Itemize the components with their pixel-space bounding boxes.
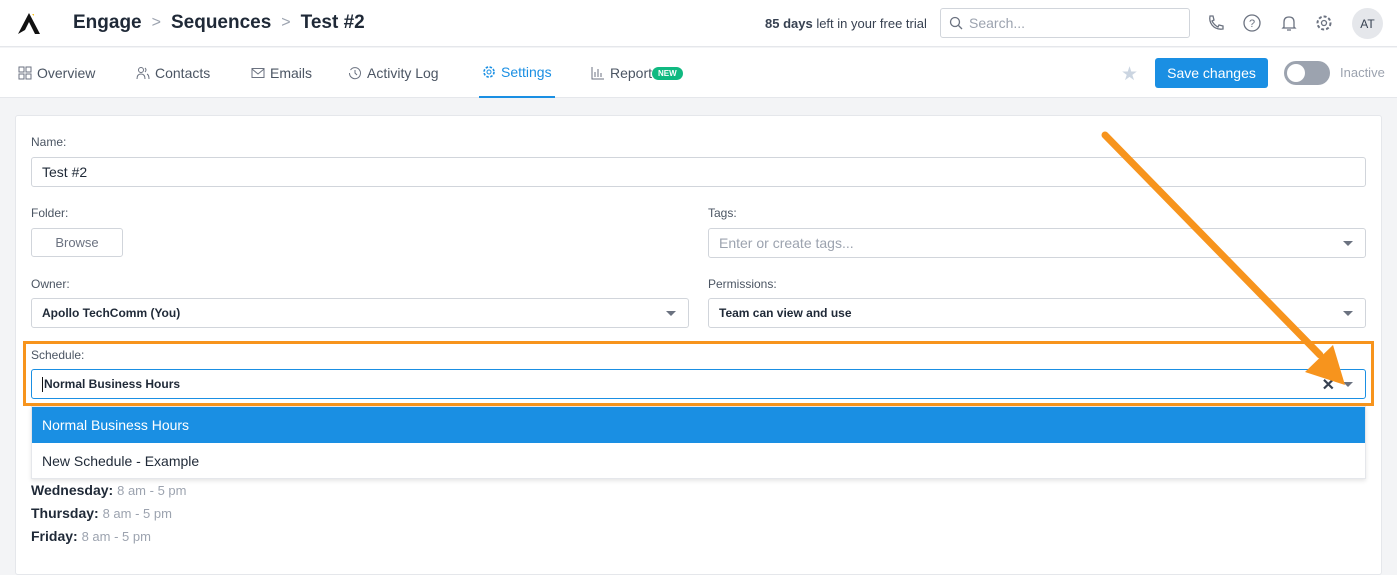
schedule-dropdown: Normal Business Hours New Schedule - Exa… bbox=[31, 406, 1366, 479]
breadcrumb-engage[interactable]: Engage bbox=[73, 12, 142, 34]
hours: 8 am - 5 pm bbox=[102, 506, 172, 521]
schedule-label: Schedule: bbox=[31, 348, 85, 362]
breadcrumb-sequences[interactable]: Sequences bbox=[171, 12, 271, 34]
owner-value: Apollo TechComm (You) bbox=[42, 306, 181, 320]
hours: 8 am - 5 pm bbox=[117, 483, 187, 498]
save-changes-button[interactable]: Save changes bbox=[1155, 58, 1268, 88]
permissions-value: Team can view and use bbox=[719, 306, 852, 320]
browse-button[interactable]: Browse bbox=[31, 228, 123, 257]
owner-select[interactable]: Apollo TechComm (You) bbox=[31, 298, 689, 328]
users-icon bbox=[136, 67, 150, 80]
tab-label: Overview bbox=[37, 65, 96, 81]
gear-icon[interactable] bbox=[1314, 13, 1334, 33]
tags-input[interactable]: Enter or create tags... bbox=[708, 228, 1366, 258]
tab-contacts[interactable]: Contacts bbox=[136, 48, 210, 98]
tab-label: Activity Log bbox=[367, 65, 439, 81]
caret-down-icon[interactable] bbox=[1343, 241, 1353, 246]
tab-activity-log[interactable]: Activity Log bbox=[348, 48, 439, 98]
name-input[interactable]: Test #2 bbox=[31, 157, 1366, 187]
trial-days: 85 days bbox=[765, 16, 813, 31]
day-hours: Wednesday: 8 am - 5 pm bbox=[31, 482, 187, 498]
trial-notice: 85 days left in your free trial bbox=[765, 16, 927, 31]
grid-icon bbox=[18, 66, 32, 80]
tab-label: Emails bbox=[270, 65, 313, 81]
hours: 8 am - 5 pm bbox=[81, 529, 151, 544]
top-bar: Engage > Sequences > Test #2 85 days left … bbox=[0, 0, 1397, 47]
gear-icon bbox=[483, 66, 495, 78]
caret-down-icon[interactable] bbox=[1343, 311, 1353, 316]
name-label: Name: bbox=[31, 135, 67, 149]
breadcrumb: Engage > Sequences > Test #2 bbox=[73, 12, 365, 34]
phone-icon[interactable] bbox=[1206, 13, 1226, 33]
tab-label: Report bbox=[610, 65, 653, 81]
permissions-select[interactable]: Team can view and use bbox=[708, 298, 1366, 328]
avatar[interactable]: AT bbox=[1352, 8, 1383, 39]
star-icon[interactable]: ★ bbox=[1121, 63, 1138, 86]
tab-label: Settings bbox=[501, 64, 552, 80]
breadcrumb-current: Test #2 bbox=[300, 12, 365, 33]
permissions-label: Permissions: bbox=[708, 277, 777, 291]
new-badge: NEW bbox=[652, 66, 683, 80]
search-box[interactable] bbox=[940, 8, 1190, 38]
tab-settings[interactable]: Settings bbox=[479, 48, 555, 98]
chevron-right-icon: > bbox=[281, 14, 291, 31]
search-icon bbox=[949, 16, 963, 30]
tab-overview[interactable]: Overview bbox=[18, 48, 95, 98]
tags-placeholder: Enter or create tags... bbox=[719, 235, 854, 251]
caret-down-icon[interactable] bbox=[666, 311, 676, 316]
day-name: Wednesday bbox=[31, 482, 109, 498]
name-value: Test #2 bbox=[42, 164, 88, 180]
trial-text: left in your free trial bbox=[812, 16, 927, 31]
owner-label: Owner: bbox=[31, 277, 70, 291]
status-label: Inactive bbox=[1340, 65, 1385, 80]
history-icon bbox=[348, 67, 361, 80]
option-new-schedule-example[interactable]: New Schedule - Example bbox=[32, 443, 1365, 479]
schedule-select[interactable]: Normal Business Hours ✕ bbox=[31, 369, 1366, 399]
schedule-value: Normal Business Hours bbox=[44, 377, 181, 391]
day-name: Thursday bbox=[31, 505, 95, 521]
day-name: Friday bbox=[31, 528, 74, 544]
tab-emails[interactable]: Emails bbox=[251, 48, 312, 98]
bar-chart-icon bbox=[591, 67, 604, 80]
search-input[interactable] bbox=[969, 15, 1169, 31]
active-toggle[interactable] bbox=[1284, 61, 1330, 85]
tags-label: Tags: bbox=[708, 206, 737, 220]
folder-label: Folder: bbox=[31, 206, 69, 220]
svg-text:?: ? bbox=[1249, 18, 1255, 30]
caret-down-icon[interactable] bbox=[1343, 382, 1353, 387]
help-icon[interactable]: ? bbox=[1242, 13, 1262, 33]
day-hours: Thursday: 8 am - 5 pm bbox=[31, 505, 172, 521]
apollo-logo[interactable] bbox=[16, 11, 42, 35]
option-normal-business-hours[interactable]: Normal Business Hours bbox=[32, 407, 1365, 443]
tab-report[interactable]: Report NEW bbox=[591, 48, 683, 98]
clear-icon[interactable]: ✕ bbox=[1322, 375, 1335, 395]
bell-icon[interactable] bbox=[1279, 13, 1299, 33]
text-cursor bbox=[42, 376, 43, 392]
tab-label: Contacts bbox=[155, 65, 211, 81]
chevron-right-icon: > bbox=[151, 14, 161, 31]
mail-icon bbox=[251, 68, 265, 78]
day-hours: Friday: 8 am - 5 pm bbox=[31, 528, 151, 544]
